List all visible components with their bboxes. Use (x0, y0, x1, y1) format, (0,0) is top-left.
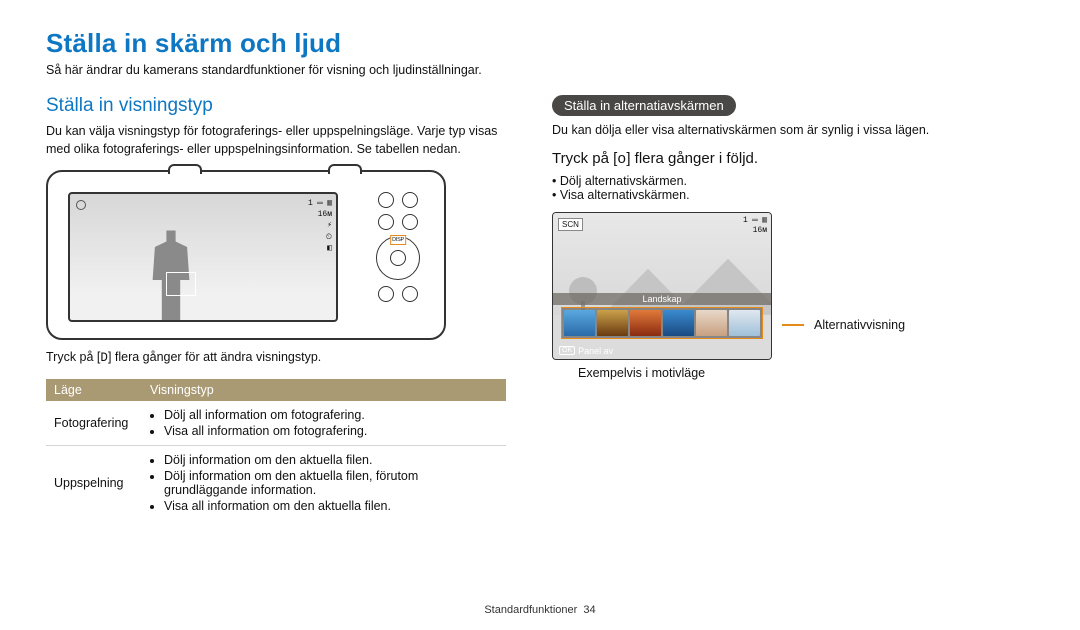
button-small-4 (402, 214, 418, 230)
example-screenshot: SCN 1 ▭ ▥ 16ᴍ Landskap (552, 212, 772, 360)
face-detect-box (166, 272, 196, 296)
press-o-instruction: Tryck på [o] flera gånger i följd. (552, 150, 982, 168)
thumbnail (696, 310, 727, 336)
caption-suffix: ] flera gånger för att ändra visningstyp… (108, 350, 321, 364)
section-desc-display-type: Du kan välja visningstyp för fotograferi… (46, 123, 506, 158)
alt-screen-desc: Du kan dölja eller visa alternativskärme… (552, 122, 982, 140)
lcd-indicators: 1 ▭ ▥ 16ᴍ ⚡ ⏲ ◧ (308, 198, 332, 254)
thumbnail (597, 310, 628, 336)
press-d-caption: Tryck på [D] flera gånger för att ändra … (46, 350, 506, 365)
list-item: Dölj information om den aktuella filen, … (164, 468, 498, 498)
caption-prefix: Tryck på [ (46, 350, 100, 364)
battery-icon: 1 ▭ ▥ (743, 216, 767, 226)
thumbnail (663, 310, 694, 336)
misc-icon: ◧ (308, 243, 332, 254)
instruction-suffix: ] flera gånger i följd. (626, 150, 758, 167)
button-small-2 (402, 192, 418, 208)
alt-screen-bullets: Dölj alternativskärmen. Visa alternativs… (552, 174, 982, 202)
list-item: Visa all information om fotografering. (164, 423, 498, 439)
camera-front-illustration: 1 ▭ ▥ 16ᴍ ⚡ ⏲ ◧ (46, 170, 446, 340)
list-item: Dölj all information om fotografering. (164, 407, 498, 423)
disp-label-highlight: DISP (390, 235, 406, 245)
example-indicators: 1 ▭ ▥ 16ᴍ (743, 216, 767, 237)
resolution-label: 16ᴍ (743, 226, 767, 236)
ok-icon: OK (559, 346, 575, 355)
camera-lcd: 1 ▭ ▥ 16ᴍ ⚡ ⏲ ◧ (68, 192, 338, 322)
leader-line (782, 324, 804, 326)
pill-alt-screen: Ställa in alternatiavskärmen (552, 95, 736, 116)
button-small-3 (378, 214, 394, 230)
caption-key: D (100, 351, 108, 365)
button-small-5 (378, 286, 394, 302)
instruction-key: o (617, 151, 626, 168)
panel-av-text: Panel av (578, 346, 613, 356)
mode-icon (76, 200, 86, 210)
page-number: 34 (583, 604, 595, 616)
footer: Standardfunktioner 34 (0, 604, 1080, 616)
battery-icon: 1 ▭ ▥ (308, 198, 332, 209)
button-small-1 (378, 192, 394, 208)
flash-icon: ⚡ (308, 220, 332, 231)
right-column: Ställa in alternatiavskärmen Du kan dölj… (552, 95, 982, 520)
scene-label: Landskap (553, 293, 771, 305)
thumbnail (729, 310, 760, 336)
display-type-table: Läge Visningstyp Fotografering Dölj all … (46, 379, 506, 520)
timer-icon: ⏲ (308, 232, 332, 243)
left-column: Ställa in visningstyp Du kan välja visni… (46, 95, 506, 520)
table-header-type: Visningstyp (142, 379, 506, 401)
panel-av-label: OK Panel av (559, 346, 613, 356)
table-row: Uppspelning Dölj information om den aktu… (46, 446, 506, 521)
instruction-prefix: Tryck på [ (552, 150, 617, 167)
page-intro: Så här ändrar du kamerans standardfunkti… (46, 63, 1034, 77)
person-silhouette (148, 214, 194, 322)
list-item: Visa all information om den aktuella fil… (164, 498, 498, 514)
dpad: DISP (376, 236, 420, 280)
thumbnail (564, 310, 595, 336)
thumbnail (630, 310, 661, 336)
mode-cell: Fotografering (46, 401, 142, 446)
callout-alternativvisning: Alternativvisning (814, 318, 905, 360)
table-header-mode: Läge (46, 379, 142, 401)
table-row: Fotografering Dölj all information om fo… (46, 401, 506, 446)
mode-cell: Uppspelning (46, 446, 142, 521)
list-item: Visa alternativskärmen. (552, 188, 982, 202)
list-item: Dölj information om den aktuella filen. (164, 452, 498, 468)
page-title: Ställa in skärm och ljud (46, 28, 1034, 59)
scn-badge: SCN (558, 218, 583, 231)
section-title-display-type: Ställa in visningstyp (46, 95, 506, 117)
footer-label: Standardfunktioner (484, 604, 577, 616)
camera-buttons: DISP (368, 192, 428, 302)
example-caption: Exempelvis i motivläge (578, 366, 982, 380)
thumbnail-strip (561, 307, 763, 339)
list-item: Dölj alternativskärmen. (552, 174, 982, 188)
resolution-label: 16ᴍ (308, 209, 332, 220)
button-small-6 (402, 286, 418, 302)
